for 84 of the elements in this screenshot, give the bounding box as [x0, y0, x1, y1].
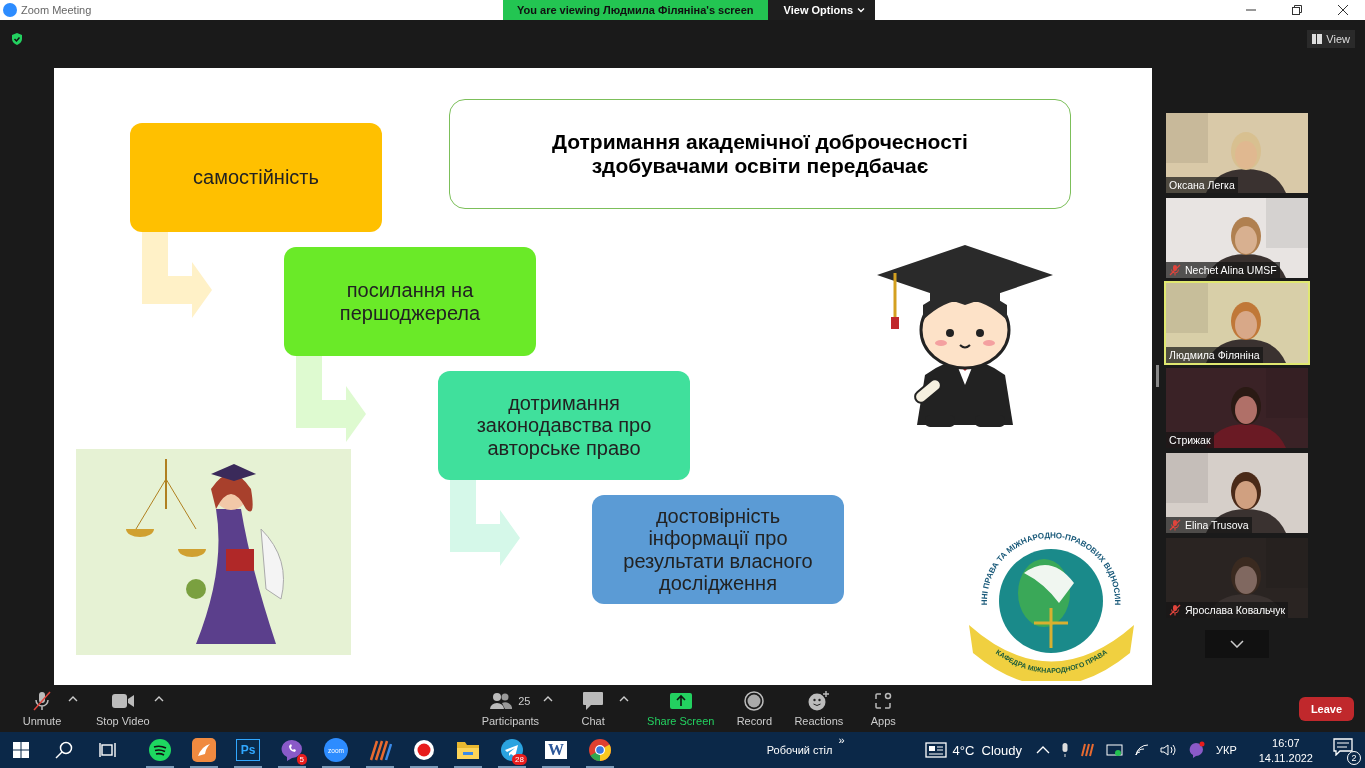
record-icon: [744, 691, 765, 711]
search-icon[interactable]: [55, 741, 73, 759]
taskbar-app[interactable]: Ps: [231, 732, 265, 768]
participant-name: Elina Trusova: [1185, 519, 1249, 531]
participant-name: Nechet Alina UMSF: [1185, 264, 1277, 276]
notification-center-icon[interactable]: [1333, 738, 1353, 756]
taskbar-app[interactable]: W: [539, 732, 573, 768]
participant-tile[interactable]: Nechet Alina UMSF: [1166, 198, 1308, 278]
caret-icon[interactable]: [153, 696, 164, 702]
panel-resize-handle[interactable]: [1156, 365, 1159, 387]
task-view-icon[interactable]: [99, 742, 117, 758]
caret-icon[interactable]: [68, 696, 78, 702]
close-icon[interactable]: [1337, 4, 1349, 16]
caret-icon[interactable]: [619, 696, 630, 702]
record-toolbar-button[interactable]: Record: [732, 690, 777, 727]
participant-tile[interactable]: Оксана Легка: [1166, 113, 1308, 193]
expand-toolbar-button[interactable]: »: [838, 734, 845, 746]
apps-icon: [874, 692, 893, 710]
news-icon: [924, 742, 947, 758]
window-title: Zoom Meeting: [21, 4, 92, 16]
chevron-up-icon[interactable]: [1036, 745, 1050, 755]
participant-tile[interactable]: Ярослава Ковальчук: [1166, 538, 1308, 618]
microphone-icon[interactable]: [1060, 742, 1070, 758]
mic-toolbar-button[interactable]: Unmute: [20, 690, 64, 727]
people-icon: [490, 692, 513, 710]
clock-date[interactable]: 14.11.2022: [1258, 751, 1313, 764]
phone-bubble-tray-icon[interactable]: [1188, 741, 1206, 759]
share-toolbar-button[interactable]: Share Screen: [647, 690, 715, 727]
slide-title: Дотримання академічної доброчесності здобувачами освіти передбачає: [551, 130, 969, 178]
chevron-down-icon: [1230, 640, 1244, 648]
phone-bubble-icon: [280, 738, 304, 762]
video-toolbar-button[interactable]: Stop Video: [96, 690, 150, 727]
participant-tile[interactable]: Людмила Філяніна: [1166, 283, 1308, 363]
muted-mic-icon: [31, 690, 53, 712]
speaker-icon[interactable]: [1160, 743, 1178, 757]
participant-name: Оксана Легка: [1169, 179, 1235, 191]
browser-app-icon: [588, 738, 612, 762]
view-button[interactable]: View: [1307, 30, 1355, 48]
taskbar-app[interactable]: 28: [495, 732, 529, 768]
participant-tile[interactable]: Elina Trusova: [1166, 453, 1308, 533]
video-camera-icon: [110, 692, 135, 710]
chat-bubble-icon: [582, 691, 605, 711]
layout-icon: [1312, 34, 1323, 44]
desktop-toolbar-label[interactable]: Робочий стіл: [766, 744, 833, 756]
step-text: дотримання законодавства про авторське право: [475, 391, 653, 460]
photo-editor-icon: Ps: [235, 739, 261, 761]
folder-icon: [456, 740, 480, 760]
share-screen-icon: [669, 693, 692, 709]
windows-start-icon[interactable]: [13, 742, 29, 758]
stripes-app-icon: [368, 738, 392, 762]
taskbar-app[interactable]: 5: [275, 732, 309, 768]
shield-icon[interactable]: [10, 32, 24, 46]
caret-icon: [857, 7, 866, 13]
leave-button[interactable]: Leave: [1299, 696, 1354, 721]
music-app-icon: [148, 738, 172, 762]
notification-badge: 5: [296, 754, 307, 765]
notification-badge: 28: [512, 754, 527, 765]
clock-time[interactable]: 16:07: [1272, 736, 1300, 749]
reactions-toolbar-button[interactable]: Reactions: [794, 690, 844, 727]
record-app-icon: [413, 739, 435, 761]
input-language[interactable]: УКР: [1216, 744, 1237, 756]
chat-toolbar-button[interactable]: Chat: [571, 690, 616, 727]
smiley-icon: [807, 691, 830, 711]
participant-name: Стрижак: [1169, 434, 1211, 446]
stripes-tray-icon[interactable]: [1080, 743, 1096, 757]
paper-plane-app-icon: [500, 738, 524, 762]
participant-count: 25: [518, 695, 531, 707]
step-text: посилання на першоджерела: [338, 279, 482, 324]
viewing-notice: You are viewing Людмила Філяніна's screen: [503, 0, 768, 20]
caret-icon[interactable]: [543, 696, 554, 702]
participant-tile[interactable]: Стрижак: [1166, 368, 1308, 448]
wifi-icon[interactable]: [1134, 743, 1150, 757]
apps-toolbar-button[interactable]: Apps: [861, 690, 906, 727]
weather-widget[interactable]: 4°C Cloudy: [952, 742, 1022, 758]
step-text: достовірність інформації про результати власного дослідження: [622, 504, 814, 595]
participants-toolbar-button[interactable]: 25 Participants: [481, 690, 540, 727]
restore-icon[interactable]: [1291, 4, 1303, 16]
bird-app-icon: [192, 738, 216, 762]
step-text: самостійність: [193, 166, 319, 189]
document-app-icon: W: [545, 741, 567, 759]
participant-name: Людмила Філяніна: [1169, 349, 1260, 361]
participant-name: Ярослава Ковальчук: [1185, 604, 1286, 616]
view-options-button[interactable]: View Options: [767, 0, 876, 20]
notification-count: 2: [1347, 751, 1361, 765]
